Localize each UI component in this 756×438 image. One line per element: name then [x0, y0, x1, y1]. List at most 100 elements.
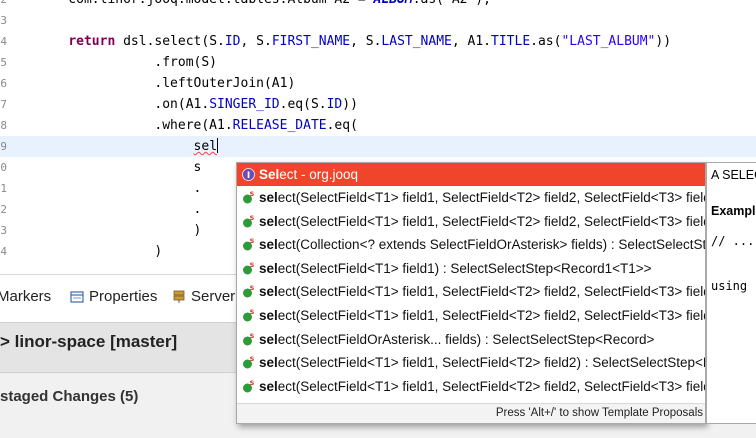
proposal-item[interactable]: Sselect(SelectField<T1> field1, SelectFi…: [237, 351, 705, 374]
code-text: ): [37, 244, 163, 259]
properties-icon: [70, 290, 84, 303]
doc-heading: A SELECT statement: [711, 168, 756, 182]
proposal-rest: ect(Collection<? extends SelectFieldOrAs…: [277, 237, 706, 253]
unstaged-changes-label[interactable]: staged Changes (5): [0, 388, 138, 405]
svg-text:S: S: [250, 215, 255, 222]
proposal-match: sel: [259, 378, 278, 394]
proposal-match: sel: [259, 237, 278, 253]
code-line[interactable]: 4 return dsl.select(S.ID, S.FIRST_NAME, …: [0, 31, 756, 52]
public-static-method-icon: S: [243, 215, 255, 228]
javadoc-hover-panel: A SELECT statement Example: // ... using: [706, 162, 756, 424]
code-line[interactable]: 8 .where(A1.RELEASE_DATE.eq(: [0, 115, 756, 136]
code-text: .: [37, 202, 202, 217]
code-text: .on(A1.SINGER_ID.eq(S.ID)): [37, 97, 358, 112]
code-text: return dsl.select(S.ID, S.FIRST_NAME, S.…: [68, 34, 672, 49]
line-number: 2: [0, 0, 7, 10]
tab-properties-label: Properties: [89, 288, 158, 305]
proposal-rest: ect - org.jooq: [279, 167, 359, 182]
repository-title: > linor-space [master]: [0, 332, 178, 351]
tab-servers[interactable]: Server: [172, 288, 235, 305]
public-static-method-icon: S: [243, 333, 255, 346]
line-number: 3: [0, 224, 7, 237]
line-number: 6: [0, 77, 7, 90]
line-number: 4: [0, 35, 7, 48]
line-number: 2: [0, 203, 7, 216]
public-static-method-icon: S: [243, 238, 255, 251]
proposal-match: Sel: [259, 167, 280, 182]
proposal-match: sel: [259, 308, 278, 323]
tab-properties[interactable]: Properties: [70, 288, 157, 305]
code-text: .where(A1.RELEASE_DATE.eq(: [37, 118, 358, 133]
code-line[interactable]: 3: [0, 10, 756, 31]
public-static-method-icon: S: [243, 262, 255, 275]
tab-markers-label: Markers: [0, 288, 52, 305]
proposal-rest: ect(SelectField<T1> field1, SelectField<…: [277, 355, 705, 371]
proposal-match: sel: [259, 190, 278, 205]
code-text: s: [37, 160, 202, 175]
tab-markers[interactable]: Markers: [0, 288, 51, 305]
svg-text:S: S: [250, 333, 255, 340]
code-text: .leftOuterJoin(A1): [37, 76, 296, 91]
proposal-item[interactable]: Sselect(SelectField<T1> field1, SelectFi…: [237, 280, 705, 303]
proposal-select-type[interactable]: I Select - org.jooq: [237, 163, 705, 186]
proposal-rest: ect(SelectField<T1> field1, SelectField<…: [277, 284, 705, 300]
svg-text:I: I: [247, 171, 250, 181]
proposal-item[interactable]: Sselect(Collection<? extends SelectField…: [237, 233, 706, 256]
line-number: 1: [0, 182, 7, 195]
svg-text:S: S: [250, 356, 255, 363]
interface-icon: I: [242, 168, 255, 181]
proposal-item[interactable]: Sselect(SelectField<T1> field1, SelectFi…: [237, 304, 705, 327]
proposal-rest: ect(SelectField<T1> field1, SelectField<…: [277, 213, 705, 229]
proposal-rest: ect(SelectField<T1> field1, SelectField<…: [277, 378, 705, 394]
public-static-method-icon: S: [243, 309, 255, 322]
line-number: 4: [0, 245, 7, 258]
public-static-method-icon: S: [243, 191, 255, 204]
public-static-method-icon: S: [243, 356, 255, 369]
svg-text:S: S: [250, 285, 255, 292]
proposal-match: sel: [259, 284, 278, 300]
proposal-match: sel: [259, 260, 278, 276]
proposal-rest: ect(SelectField<T1> field1) : SelectSele…: [277, 260, 652, 276]
proposal-item[interactable]: Sselect(SelectField<T1> field1) : Select…: [237, 257, 705, 280]
code-text: .: [37, 181, 202, 196]
code-text: ): [37, 223, 202, 238]
proposal-rest: ect(SelectFieldOrAsterisk... fields) : S…: [277, 331, 655, 347]
public-static-method-icon: S: [243, 285, 255, 298]
code-line[interactable]: 5 .from(S): [0, 52, 756, 73]
code-line[interactable]: 2 com.linor.jooq.model.tables.Album A2 =…: [0, 0, 756, 10]
svg-text:S: S: [250, 309, 255, 316]
code-line[interactable]: 6 .leftOuterJoin(A1): [0, 73, 756, 94]
line-number: 7: [0, 98, 7, 111]
assist-footer-hint: Press 'Alt+/' to show Template Proposals: [237, 403, 705, 423]
proposal-rest: ect(SelectField<T1> field1, SelectField<…: [277, 190, 706, 205]
servers-icon: [173, 290, 185, 303]
code-text: sel: [193, 138, 219, 154]
svg-text:S: S: [250, 238, 255, 245]
code-text: com.linor.jooq.model.tables.Album A2 = A…: [37, 0, 491, 10]
svg-text:S: S: [250, 191, 255, 198]
proposal-item[interactable]: Sselect(SelectField<T1> field1, SelectFi…: [237, 210, 705, 233]
code-line[interactable]: 7 .on(A1.SINGER_ID.eq(S.ID)): [0, 94, 756, 115]
proposal-match: sel: [259, 355, 278, 371]
public-static-method-icon: S: [243, 380, 255, 393]
doc-code-line: using: [711, 279, 748, 293]
proposal-item[interactable]: Sselect(SelectFieldOrAsterisk... fields)…: [237, 328, 705, 351]
svg-text:S: S: [250, 380, 255, 387]
line-number: 3: [0, 14, 7, 27]
text-caret: [217, 138, 219, 153]
code-line[interactable]: 9 sel: [0, 136, 756, 157]
line-number: 9: [0, 140, 7, 153]
line-number: 5: [0, 56, 7, 69]
code-text: .from(S): [37, 55, 218, 70]
proposal-match: sel: [259, 213, 278, 229]
proposal-rest: ect(SelectField<T1> field1, SelectField<…: [277, 308, 705, 323]
doc-example-label: Example:: [711, 204, 756, 218]
line-number: 8: [0, 119, 7, 132]
proposal-match: sel: [259, 331, 278, 347]
line-number: 0: [0, 161, 7, 174]
proposal-item[interactable]: Sselect(SelectField<T1> field1, SelectFi…: [237, 186, 706, 209]
content-assist-popup: I Select - org.jooq Sselect(SelectField<…: [236, 162, 706, 424]
doc-code-line: // ...: [711, 234, 755, 248]
tab-servers-label: Server: [191, 288, 236, 305]
proposal-item[interactable]: Sselect(SelectField<T1> field1, SelectFi…: [237, 375, 705, 398]
